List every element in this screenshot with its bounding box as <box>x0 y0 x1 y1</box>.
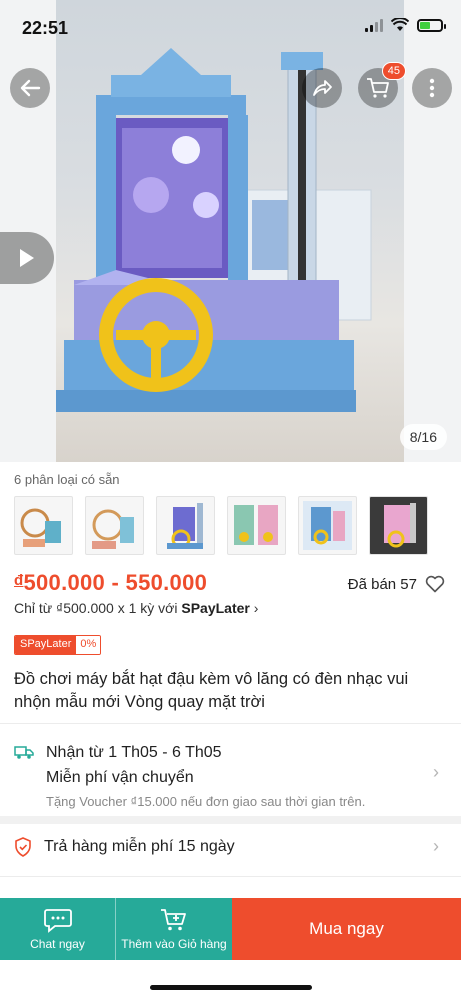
buy-now-label: Mua ngay <box>309 919 384 938</box>
status-bar: 22:51 <box>0 0 461 58</box>
variant-thumbnails <box>14 496 428 555</box>
currency-symbol: đ <box>14 572 24 589</box>
arrow-left-icon <box>20 79 41 97</box>
add-to-cart-label: Thêm vào Giỏ hàng <box>121 937 227 951</box>
chat-icon <box>43 909 72 933</box>
variant-thumbnail[interactable] <box>369 496 428 555</box>
shopping-cart-icon <box>367 78 389 98</box>
cart-button[interactable]: 45 <box>358 62 406 108</box>
paylater-brand: SPayLater <box>181 600 250 616</box>
price-value: 500.000 - 550.000 <box>23 570 208 595</box>
cart-count-badge: 45 <box>381 62 406 80</box>
back-button[interactable] <box>10 68 50 108</box>
buy-now-button[interactable]: Mua ngay <box>232 898 461 960</box>
variant-thumbnail[interactable] <box>14 496 73 555</box>
wifi-icon <box>391 18 409 31</box>
add-to-cart-button[interactable]: Thêm vào Giỏ hàng <box>115 898 232 960</box>
sold-info: Đã bán 57 <box>348 575 445 593</box>
chat-now-button[interactable]: Chat ngay <box>0 898 115 960</box>
bottom-action-bar: Chat ngay Thêm vào Giỏ hàng Mua ngay <box>0 898 461 960</box>
variants-label: 6 phân loại có sẵn <box>14 472 120 487</box>
spaylater-badge: SPayLater 0% <box>14 635 102 655</box>
battery-icon <box>417 18 446 32</box>
free-shipping: Miễn phí vận chuyển <box>46 769 194 786</box>
variant-thumbnail[interactable] <box>298 496 357 555</box>
add-to-cart-icon <box>161 909 186 931</box>
shipping-voucher: Tặng Voucher ₫15.000 nếu đơn giao sau th… <box>46 794 366 809</box>
more-options-button[interactable] <box>412 68 452 108</box>
shield-icon <box>15 837 31 857</box>
divider <box>0 723 461 724</box>
free-returns-label: Trả hàng miễn phí 15 ngày <box>44 838 235 855</box>
variant-thumbnail[interactable] <box>227 496 286 555</box>
share-icon <box>313 80 332 96</box>
heart-icon[interactable] <box>425 575 445 593</box>
paylater-offer[interactable]: Chỉ từ ₫500.000 x 1 kỳ với SPayLater › <box>14 600 258 616</box>
play-video-button[interactable] <box>0 232 54 284</box>
variant-thumbnail[interactable] <box>156 496 215 555</box>
truck-icon <box>14 746 34 759</box>
divider <box>0 876 461 877</box>
sold-count: Đã bán 57 <box>347 575 417 593</box>
product-title: Đồ chơi máy bắt hạt đậu kèm vô lăng có đ… <box>14 670 409 711</box>
variant-thumbnail[interactable] <box>85 496 144 555</box>
section-separator <box>0 816 461 824</box>
product-photo <box>56 0 404 462</box>
shipping-info[interactable]: Nhận từ 1 Th05 - 6 Th05 Miễn phí vận chu… <box>14 740 446 814</box>
delivery-date: Nhận từ 1 Th05 - 6 Th05 <box>46 744 222 761</box>
share-button[interactable] <box>302 68 342 108</box>
more-vertical-icon <box>429 78 435 98</box>
chevron-right-icon: › <box>433 836 439 856</box>
play-icon <box>20 249 34 267</box>
free-returns-row[interactable]: Trả hàng miễn phí 15 ngày <box>14 837 235 857</box>
image-counter: 8/16 <box>399 424 447 450</box>
toy-illustration <box>56 48 372 412</box>
chevron-right-icon: › <box>253 600 259 616</box>
chevron-right-icon: › <box>433 762 439 782</box>
status-time: 22:51 <box>22 18 69 38</box>
price-range: đ500.000 - 550.000 <box>14 570 207 596</box>
chat-now-label: Chat ngay <box>30 937 85 951</box>
home-indicator[interactable] <box>150 985 312 990</box>
cellular-signal-icon <box>365 18 383 32</box>
